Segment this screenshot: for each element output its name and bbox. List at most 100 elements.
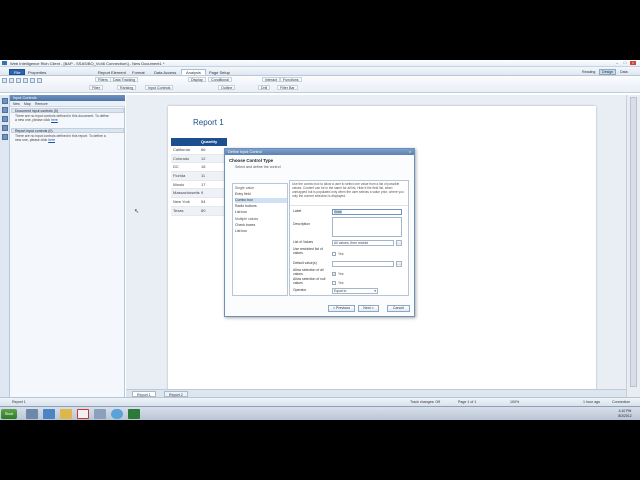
print-icon[interactable] bbox=[23, 78, 28, 83]
tab-properties[interactable]: Properties bbox=[23, 69, 51, 75]
tab-report-element[interactable]: Report Element bbox=[93, 69, 131, 75]
table-row[interactable]: Texas 80 bbox=[171, 206, 227, 216]
close-icon[interactable]: × bbox=[630, 61, 636, 65]
table-row[interactable]: Colorado 12 bbox=[171, 154, 227, 164]
use-restricted-option: Yes bbox=[338, 252, 344, 256]
document-here-link[interactable]: here bbox=[51, 118, 58, 122]
operator-value: Equal to bbox=[334, 289, 347, 293]
dialog-subheading: Select and define the control bbox=[235, 165, 281, 169]
lov-field-label: List of Values bbox=[293, 240, 314, 244]
previous-button[interactable]: < Previous bbox=[328, 305, 355, 312]
description-input[interactable] bbox=[332, 217, 402, 237]
status-zoom[interactable]: 100% bbox=[510, 398, 519, 406]
taskbar-excel-icon[interactable] bbox=[128, 409, 140, 419]
report-title: Report 1 bbox=[193, 118, 224, 127]
cell-state: Illinois bbox=[173, 181, 185, 187]
lov-input[interactable]: All values, then restrict bbox=[332, 240, 394, 246]
document-controls-message: There are no input controls defined in t… bbox=[15, 114, 123, 123]
cell-state: Florida bbox=[173, 173, 186, 179]
tab-data-access[interactable]: Data Access bbox=[149, 69, 181, 75]
panel-remove-button[interactable]: Remove bbox=[35, 102, 48, 106]
reading-mode[interactable]: Reading bbox=[582, 70, 595, 74]
define-input-control-dialog: Define Input Control × Choose Control Ty… bbox=[224, 148, 415, 317]
minimize-icon[interactable]: – bbox=[614, 61, 620, 65]
design-mode[interactable]: Design bbox=[599, 69, 617, 75]
taskbar-app-icon[interactable] bbox=[77, 409, 89, 419]
ranking-button[interactable]: Ranking bbox=[117, 85, 137, 90]
control-type-item[interactable]: Check boxes bbox=[235, 223, 287, 228]
taskbar-folder-icon[interactable] bbox=[60, 409, 72, 419]
status-connection[interactable]: Connection bbox=[612, 398, 630, 406]
subtab-interact[interactable]: Interact bbox=[262, 77, 280, 82]
input-controls-icon[interactable] bbox=[2, 116, 8, 122]
document-message-text: a new one, please click bbox=[15, 118, 51, 123]
undo-icon[interactable] bbox=[30, 78, 35, 83]
control-type-item[interactable]: Entry field bbox=[235, 192, 287, 197]
default-values-edit-button[interactable]: … bbox=[396, 261, 402, 267]
operator-label: Operator bbox=[293, 288, 307, 292]
save-icon[interactable] bbox=[16, 78, 21, 83]
subtab-data-tracking[interactable]: Data Tracking bbox=[110, 77, 139, 82]
input-controls-button[interactable]: Input Controls bbox=[145, 85, 174, 90]
document-controls-section[interactable]: Document input controls (0) bbox=[11, 108, 124, 113]
subtab-display[interactable]: Display bbox=[188, 77, 206, 82]
panel-new-button[interactable]: New bbox=[13, 102, 20, 106]
outline-button[interactable]: Outline bbox=[218, 85, 236, 90]
tab-page-setup[interactable]: Page Setup bbox=[204, 69, 235, 75]
open-icon[interactable] bbox=[9, 78, 14, 83]
table-row[interactable]: California 66 bbox=[171, 146, 227, 155]
subtab-filters[interactable]: Filters bbox=[95, 77, 111, 82]
available-objects-icon[interactable] bbox=[2, 125, 8, 131]
start-button[interactable]: Start bbox=[1, 409, 17, 419]
tab-format[interactable]: Format bbox=[127, 69, 150, 75]
redo-icon[interactable] bbox=[37, 78, 42, 83]
lov-edit-button[interactable]: … bbox=[396, 240, 402, 246]
taskbar-app-icon[interactable] bbox=[94, 409, 106, 419]
allow-null-checkbox[interactable] bbox=[332, 281, 336, 285]
tab-analysis[interactable]: Analysis bbox=[181, 69, 206, 75]
taskbar-app-icon[interactable] bbox=[26, 409, 38, 419]
subtab-conditional[interactable]: Conditional bbox=[208, 77, 232, 82]
group-multiple-values: Multiple values bbox=[235, 217, 259, 221]
label-input[interactable]: State bbox=[332, 209, 402, 215]
data-mode[interactable]: Data bbox=[620, 70, 628, 74]
scroll-thumb[interactable] bbox=[630, 97, 637, 387]
report-here-link[interactable]: here bbox=[48, 138, 55, 142]
drill-button[interactable]: Drill bbox=[258, 85, 271, 90]
control-type-item-selected[interactable]: Combo box bbox=[235, 198, 287, 203]
panel-map-button[interactable]: Map bbox=[24, 102, 31, 106]
status-page[interactable]: Page 1 of 1 bbox=[458, 398, 476, 406]
vertical-scrollbar[interactable] bbox=[626, 95, 640, 401]
next-button[interactable]: Next > bbox=[358, 305, 379, 312]
cancel-button[interactable]: Cancel bbox=[387, 305, 410, 312]
subtab-functions[interactable]: Functions bbox=[280, 77, 302, 82]
navigation-map-icon[interactable] bbox=[2, 107, 8, 113]
report-controls-section[interactable]: Report input controls (0) bbox=[11, 128, 124, 133]
table-row[interactable]: New York 54 bbox=[171, 198, 227, 207]
taskbar-app-icon[interactable] bbox=[43, 409, 55, 419]
taskbar-clock[interactable]: 4:10 PM 8/2/2012 bbox=[612, 409, 638, 419]
document-structure-icon[interactable] bbox=[2, 134, 8, 140]
filter-bar-button[interactable]: Filter Bar bbox=[277, 85, 298, 90]
clock-date: 8/2/2012 bbox=[618, 414, 632, 418]
taskbar-browser-icon[interactable] bbox=[111, 409, 123, 419]
table-row[interactable]: DC 16 bbox=[171, 163, 227, 173]
use-restricted-checkbox[interactable] bbox=[332, 252, 336, 256]
document-summary-icon[interactable] bbox=[2, 98, 8, 104]
status-track-changes[interactable]: Track changes: Off bbox=[410, 398, 440, 406]
new-icon[interactable] bbox=[2, 78, 7, 83]
operator-select[interactable]: Equal to ▾ bbox=[332, 288, 378, 294]
control-type-item[interactable]: List box bbox=[235, 210, 287, 215]
dialog-close-icon[interactable]: × bbox=[406, 149, 414, 155]
mouse-cursor-icon: ↖ bbox=[134, 209, 140, 215]
table-row[interactable]: Massachusetts9 bbox=[171, 189, 227, 199]
table-row[interactable]: Illinois 17 bbox=[171, 181, 227, 190]
table-row[interactable]: Florida 11 bbox=[171, 172, 227, 181]
dialog-title: Define Input Control bbox=[225, 149, 414, 155]
control-type-item[interactable]: List box bbox=[235, 229, 287, 234]
allow-all-checkbox[interactable]: ✓ bbox=[332, 272, 336, 276]
filter-button[interactable]: Filter bbox=[89, 85, 103, 90]
maximize-icon[interactable]: □ bbox=[622, 61, 628, 65]
control-type-item[interactable]: Radio buttons bbox=[235, 204, 287, 209]
default-values-input[interactable] bbox=[332, 261, 394, 267]
